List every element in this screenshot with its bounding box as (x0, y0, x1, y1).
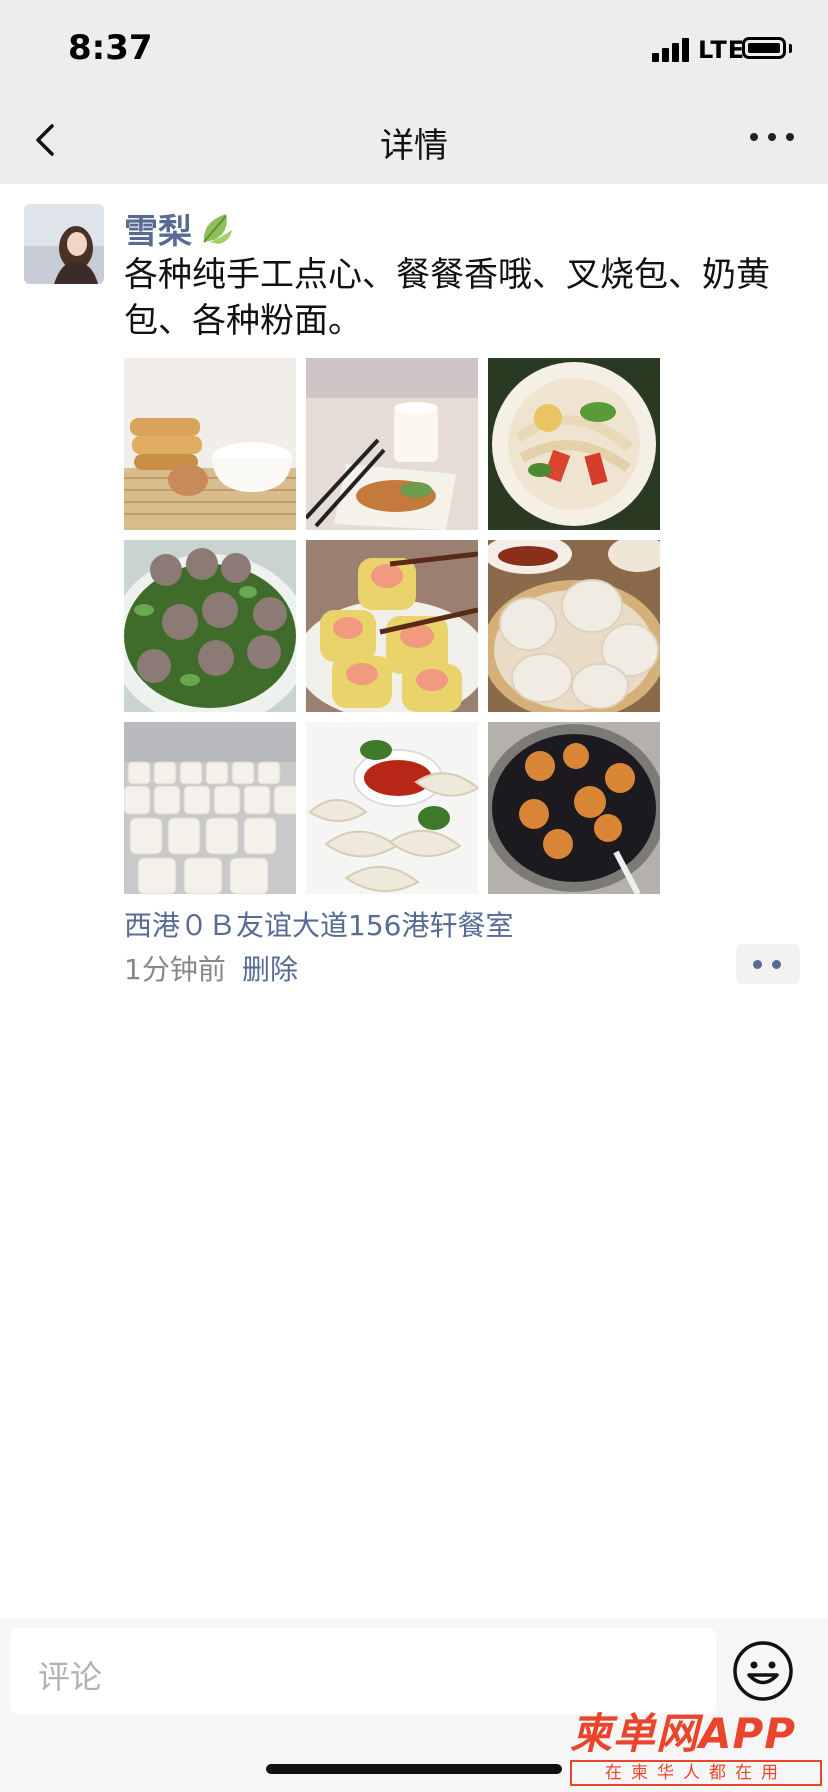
photo-thumbnail[interactable] (124, 722, 296, 894)
more-dot (768, 133, 776, 141)
battery-tip (789, 44, 792, 53)
photo-grid (124, 358, 660, 894)
post-actions-button[interactable] (736, 944, 800, 984)
page-title: 详情 (380, 126, 448, 166)
more-dot (750, 133, 758, 141)
photo-thumbnail[interactable] (488, 358, 660, 530)
battery-icon (742, 37, 786, 59)
avatar[interactable] (24, 204, 104, 284)
author-name[interactable]: 雪梨 (124, 204, 192, 253)
watermark-sub: 在柬华人都在用 (570, 1760, 822, 1786)
watermark-main: 柬单网APP (570, 1709, 797, 1758)
more-dot (786, 133, 794, 141)
photo-thumbnail[interactable] (124, 540, 296, 712)
delete-button[interactable]: 删除 (242, 948, 298, 988)
action-dot (772, 960, 781, 969)
leaf-icon (203, 214, 232, 244)
emoji-icon[interactable] (732, 1640, 794, 1702)
photo-thumbnail[interactable] (488, 722, 660, 894)
photo-thumbnail[interactable] (488, 540, 660, 712)
action-dot (753, 960, 762, 969)
status-time: 8:37 (68, 28, 153, 68)
post-time: 1分钟前 (124, 953, 226, 986)
post-text: 各种纯手工点心、餐餐香哦、叉烧包、奶黄包、各种粉面。 (124, 255, 770, 341)
more-button[interactable] (750, 130, 794, 144)
network-label: LTE (698, 36, 746, 64)
home-indicator (266, 1764, 562, 1774)
photo-thumbnail[interactable] (306, 722, 478, 894)
watermark-logo: 柬单网APP 在柬华人都在用 (570, 1700, 822, 1788)
comment-placeholder: 评论 (38, 1658, 103, 1696)
photo-thumbnail[interactable] (306, 540, 478, 712)
signal-icon (652, 36, 692, 62)
photo-thumbnail[interactable] (124, 358, 296, 530)
photo-thumbnail[interactable] (306, 358, 478, 530)
location-link[interactable]: 西港０Ｂ友谊大道156港轩餐室 (124, 904, 513, 944)
